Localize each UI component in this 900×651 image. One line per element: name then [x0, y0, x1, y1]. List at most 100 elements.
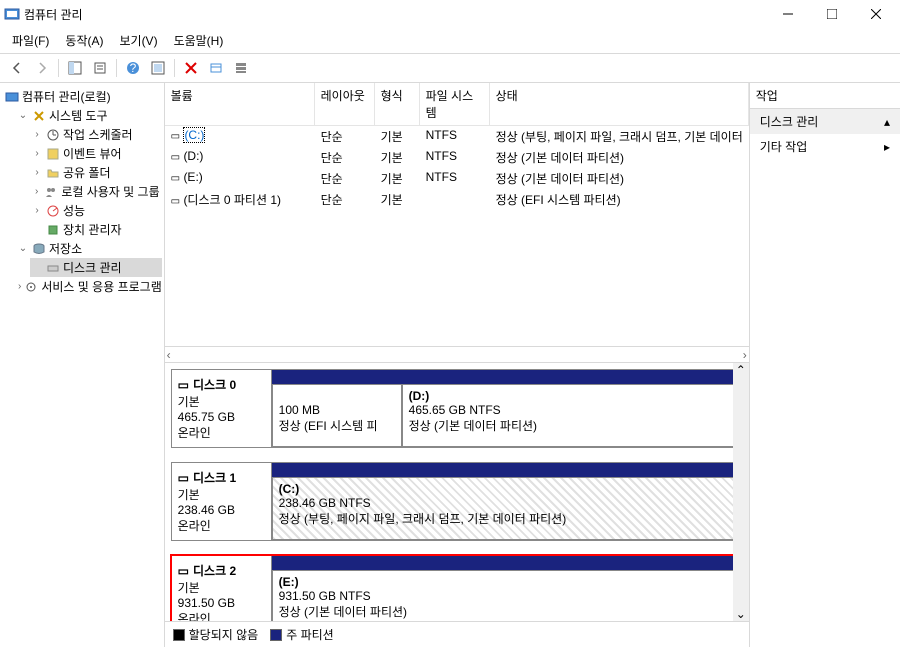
- disk-icon: ▭: [178, 564, 189, 578]
- tree-services[interactable]: ›서비스 및 응용 프로그램: [16, 277, 162, 296]
- expand-icon[interactable]: ›: [32, 167, 42, 178]
- tree-label: 로컬 사용자 및 그룹: [61, 183, 159, 200]
- tree-eventviewer[interactable]: ›이벤트 뷰어: [30, 144, 162, 163]
- volume-row[interactable]: ▭ (D:)단순기본NTFS정상 (기본 데이터 파티션): [165, 147, 749, 168]
- partition[interactable]: (C:)238.46 GB NTFS정상 (부팅, 페이지 파일, 크래시 덤프…: [272, 477, 742, 540]
- perf-icon: [45, 203, 60, 218]
- disk-info[interactable]: ▭ 디스크 2기본931.50 GB온라인: [172, 556, 272, 621]
- toolbar: ?: [0, 54, 900, 83]
- disk-row[interactable]: ▭ 디스크 0기본465.75 GB온라인 100 MB정상 (EFI 시스템 …: [171, 369, 743, 448]
- tree-label: 저장소: [49, 240, 82, 257]
- computer-icon: [4, 89, 19, 104]
- window-title: 컴퓨터 관리: [24, 6, 768, 23]
- tree-diskmgmt[interactable]: 디스크 관리: [30, 258, 162, 277]
- device-icon: [45, 222, 60, 237]
- expand-icon[interactable]: ›: [32, 205, 42, 216]
- col-type[interactable]: 형식: [375, 83, 420, 125]
- folder-icon: [45, 165, 60, 180]
- volume-row[interactable]: ▭ (디스크 0 파티션 1)단순기본정상 (EFI 시스템 파티션): [165, 189, 749, 210]
- volume-row[interactable]: ▭ (E:)단순기본NTFS정상 (기본 데이터 파티션): [165, 168, 749, 189]
- expand-right-icon[interactable]: ▸: [884, 140, 890, 154]
- drive-icon: ▭: [171, 131, 180, 142]
- partition-header-bar: [272, 370, 742, 384]
- maximize-button[interactable]: [812, 2, 852, 26]
- expand-icon[interactable]: ›: [32, 148, 42, 159]
- disk-row[interactable]: ▭ 디스크 2기본931.50 GB온라인(E:)931.50 GB NTFS정…: [171, 555, 743, 621]
- tree-systools[interactable]: ⌄ 시스템 도구: [16, 106, 162, 125]
- menu-action[interactable]: 동작(A): [59, 30, 109, 51]
- tree-devmgr[interactable]: 장치 관리자: [30, 220, 162, 239]
- v-scrollbar[interactable]: ⌃ ⌄: [733, 363, 749, 621]
- titlebar: 컴퓨터 관리: [0, 0, 900, 28]
- delete-button[interactable]: [180, 57, 202, 79]
- help-button[interactable]: ?: [122, 57, 144, 79]
- forward-button[interactable]: [31, 57, 53, 79]
- collapse-icon[interactable]: ▴: [884, 115, 890, 129]
- actions-other[interactable]: 기타 작업 ▸: [750, 134, 900, 159]
- swatch-navy: [270, 629, 282, 641]
- tree-sharedfolders[interactable]: ›공유 폴더: [30, 163, 162, 182]
- disk-info[interactable]: ▭ 디스크 0기본465.75 GB온라인: [172, 370, 272, 447]
- legend-primary: 주 파티션: [270, 626, 334, 643]
- volume-header-row: 볼륨 레이아웃 형식 파일 시스템 상태: [165, 83, 749, 126]
- clock-icon: [45, 127, 60, 142]
- col-layout[interactable]: 레이아웃: [315, 83, 375, 125]
- tree-root[interactable]: 컴퓨터 관리(로컬): [2, 87, 162, 106]
- tree-label: 성능: [63, 202, 85, 219]
- expand-icon[interactable]: ⌄: [18, 243, 28, 254]
- properties-button[interactable]: [89, 57, 111, 79]
- actions-panel: 작업 디스크 관리 ▴ 기타 작업 ▸: [750, 83, 900, 647]
- scroll-right-icon[interactable]: ›: [743, 348, 747, 362]
- storage-icon: [31, 241, 46, 256]
- partition[interactable]: 100 MB정상 (EFI 시스템 피: [272, 384, 402, 447]
- menu-help[interactable]: 도움말(H): [168, 30, 230, 51]
- menu-view[interactable]: 보기(V): [113, 30, 163, 51]
- tree-taskscheduler[interactable]: ›작업 스케줄러: [30, 125, 162, 144]
- disk-row[interactable]: ▭ 디스크 1기본238.46 GB온라인(C:)238.46 GB NTFS정…: [171, 462, 743, 541]
- partition[interactable]: (D:)465.65 GB NTFS정상 (기본 데이터 파티션): [402, 384, 742, 447]
- disk-icon: [45, 260, 60, 275]
- actions-diskmgmt[interactable]: 디스크 관리 ▴: [750, 109, 900, 134]
- tree-performance[interactable]: › 성능: [30, 201, 162, 220]
- col-status[interactable]: 상태: [490, 83, 749, 125]
- legend-unallocated: 할당되지 않음: [173, 626, 259, 643]
- drive-icon: ▭: [171, 173, 180, 184]
- tree-storage[interactable]: ⌄ 저장소: [16, 239, 162, 258]
- scroll-up-icon[interactable]: ⌃: [736, 363, 746, 377]
- disk-info[interactable]: ▭ 디스크 1기본238.46 GB온라인: [172, 463, 272, 540]
- nav-tree[interactable]: 컴퓨터 관리(로컬) ⌄ 시스템 도구 ›작업 스케줄러 ›이벤트 뷰어 ›공유…: [0, 83, 165, 647]
- drive-icon: ▭: [171, 152, 180, 163]
- scroll-left-icon[interactable]: ‹: [167, 348, 171, 362]
- expand-icon[interactable]: ›: [32, 186, 41, 197]
- close-button[interactable]: [856, 2, 896, 26]
- h-scrollbar[interactable]: ‹ ›: [165, 346, 749, 362]
- minimize-button[interactable]: [768, 2, 808, 26]
- scroll-down-icon[interactable]: ⌄: [736, 607, 746, 621]
- actions-label: 기타 작업: [760, 138, 808, 155]
- volume-list: 볼륨 레이아웃 형식 파일 시스템 상태 ▭ (C:)단순기본NTFS정상 (부…: [165, 83, 749, 363]
- list-button[interactable]: [230, 57, 252, 79]
- services-icon: [24, 279, 38, 294]
- settings-button[interactable]: [205, 57, 227, 79]
- disk-partitions: (E:)931.50 GB NTFS정상 (기본 데이터 파티션): [272, 556, 742, 621]
- col-fs[interactable]: 파일 시스템: [420, 83, 490, 125]
- refresh-button[interactable]: [147, 57, 169, 79]
- tree-usersgroups[interactable]: › 로컬 사용자 및 그룹: [30, 182, 162, 201]
- volume-body[interactable]: ▭ (C:)단순기본NTFS정상 (부팅, 페이지 파일, 크래시 덤프, 기본…: [165, 126, 749, 346]
- expand-icon[interactable]: ›: [18, 281, 21, 292]
- disk-partitions: 100 MB정상 (EFI 시스템 피(D:)465.65 GB NTFS정상 …: [272, 370, 742, 447]
- volume-row[interactable]: ▭ (C:)단순기본NTFS정상 (부팅, 페이지 파일, 크래시 덤프, 기본…: [165, 126, 749, 147]
- expand-icon[interactable]: ›: [32, 129, 42, 140]
- menu-file[interactable]: 파일(F): [6, 30, 55, 51]
- expand-icon[interactable]: ⌄: [18, 110, 28, 121]
- back-button[interactable]: [6, 57, 28, 79]
- legend-label: 주 파티션: [286, 626, 334, 643]
- partition[interactable]: (E:)931.50 GB NTFS정상 (기본 데이터 파티션): [272, 570, 742, 621]
- tree-label: 장치 관리자: [63, 221, 122, 238]
- actions-label: 디스크 관리: [760, 113, 819, 130]
- users-icon: [44, 184, 58, 199]
- col-volume[interactable]: 볼륨: [165, 83, 315, 125]
- view-button[interactable]: [64, 57, 86, 79]
- disk-graphical-panel[interactable]: ▭ 디스크 0기본465.75 GB온라인 100 MB정상 (EFI 시스템 …: [165, 363, 749, 621]
- legend-label: 할당되지 않음: [189, 626, 259, 643]
